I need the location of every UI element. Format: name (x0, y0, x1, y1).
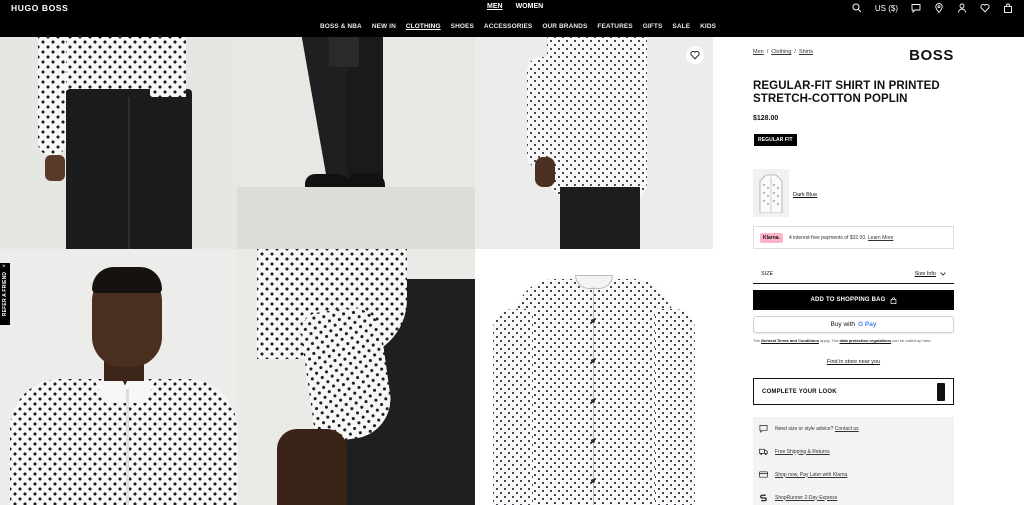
complete-your-look-button[interactable]: COMPLETE YOUR LOOK (753, 378, 954, 405)
color-swatch[interactable] (753, 169, 789, 217)
shirt-thumbnail-icon (759, 174, 783, 213)
klarna-pay-later-link[interactable]: Shop now, Pay Later with Klarna (775, 472, 847, 478)
look-thumbnail-icon (937, 382, 945, 401)
privacy-link[interactable]: data protection regulations (840, 338, 892, 343)
nav-clothing[interactable]: CLOTHING (406, 23, 441, 30)
shoprunner-icon (760, 494, 767, 502)
legal-suffix: can be called up here. (892, 338, 932, 343)
breadcrumb-shirts[interactable]: Shirts (799, 49, 813, 55)
nav-new-in[interactable]: NEW IN (372, 23, 396, 30)
breadcrumb-separator: / (766, 49, 769, 55)
product-image-4[interactable] (0, 249, 237, 505)
complete-your-look-label: COMPLETE YOUR LOOK (762, 388, 837, 395)
heart-icon (690, 51, 700, 60)
gpay-prefix: Buy with (830, 321, 856, 328)
klarna-text: 4 interest-free payments of $32.00. Lear… (789, 235, 894, 241)
service-klarna: Shop now, Pay Later with Klarna (753, 463, 954, 486)
advice-text: Need size or style advice? (775, 425, 834, 432)
klarna-installments: 4 interest-free payments of $32.00. (788, 234, 867, 241)
product-image-1[interactable] (0, 37, 237, 249)
size-info-link[interactable]: Size Info (915, 271, 946, 277)
nav-boss-nba[interactable]: BOSS & NBA (320, 23, 362, 30)
truck-icon (759, 448, 768, 456)
size-info-label: Size Info (914, 270, 936, 277)
chat-icon[interactable] (911, 3, 921, 13)
card-icon (759, 471, 768, 478)
service-shipping: Free Shipping & Returns (753, 440, 954, 463)
legal-middle: apply. The (820, 338, 839, 343)
nav-sale[interactable]: SALE (672, 23, 690, 30)
service-advice: Need size or style advice? Contact us (753, 417, 954, 440)
add-to-wishlist-button[interactable] (686, 46, 704, 64)
legal-prefix: The (753, 338, 760, 343)
klarna-banner: Klarna. 4 interest-free payments of $32.… (753, 226, 954, 249)
breadcrumb: Men / Clothing / Shirts (753, 49, 813, 55)
product-image-5[interactable] (237, 249, 475, 505)
klarna-logo: Klarna. (760, 232, 783, 243)
main-nav: BOSS & NBA NEW IN CLOTHING SHOES ACCESSO… (320, 23, 716, 30)
currency-label: US ($) (874, 3, 898, 13)
product-image-6[interactable] (475, 249, 713, 505)
currency-selector[interactable]: US ($) (875, 4, 898, 13)
search-icon[interactable] (852, 3, 862, 13)
size-label: SIZE (761, 270, 774, 277)
breadcrumb-separator: / (794, 49, 796, 55)
terms-link[interactable]: General Terms and Conditions (761, 338, 819, 343)
product-price: $128.00 (753, 115, 779, 122)
product-title: REGULAR-FIT SHIRT IN PRINTED STRETCH-COT… (753, 80, 940, 105)
gpay-logo: G Pay (858, 321, 877, 328)
chevron-down-icon (940, 271, 946, 276)
add-to-bag-button[interactable]: ADD TO SHOPPING BAG (753, 290, 954, 310)
shoprunner-link[interactable]: ShopRunner 2-Day Express (775, 495, 837, 501)
color-name[interactable]: Dark Blue (793, 192, 817, 198)
nav-kids[interactable]: KIDS (700, 23, 716, 30)
find-in-store-link[interactable]: Find in store near you (753, 359, 954, 365)
bag-icon[interactable] (1003, 3, 1013, 13)
bag-icon (890, 296, 896, 304)
fit-badge: REGULAR FIT (754, 134, 797, 146)
google-pay-button[interactable]: Buy with G Pay (753, 316, 954, 333)
size-selector[interactable]: SIZE Size Info (753, 264, 954, 284)
nav-shoes[interactable]: SHOES (451, 23, 474, 30)
refer-a-friend-label: REFER A FRIEND (2, 271, 8, 317)
product-image-3[interactable] (475, 37, 713, 249)
service-list: Need size or style advice? Contact us Fr… (753, 417, 954, 505)
product-gallery: × REFER A FRIEND (0, 37, 713, 505)
nav-our-brands[interactable]: OUR BRANDS (542, 23, 587, 30)
contact-us-link[interactable]: Contact us (835, 426, 859, 432)
free-shipping-link[interactable]: Free Shipping & Returns (775, 449, 830, 455)
brand-logo: BOSS (909, 47, 954, 64)
header-icons: US ($) (852, 3, 1013, 13)
legal-notice: The General Terms and Conditions apply. … (753, 338, 954, 343)
chat-icon (759, 424, 768, 433)
site-header: HUGO BOSS MEN WOMEN BOSS & NBA NEW IN CL… (0, 0, 1024, 37)
nav-features[interactable]: FEATURES (597, 23, 632, 30)
wishlist-icon[interactable] (980, 3, 990, 13)
refer-a-friend-tab[interactable]: × REFER A FRIEND (0, 263, 10, 325)
add-to-bag-label: ADD TO SHOPPING BAG (810, 297, 886, 303)
tab-men[interactable]: MEN (487, 3, 503, 10)
nav-gifts[interactable]: GIFTS (643, 23, 663, 30)
location-icon[interactable] (934, 3, 944, 13)
klarna-learn-more-link[interactable]: Learn More (868, 235, 894, 241)
breadcrumb-men[interactable]: Men (753, 49, 764, 55)
site-logo[interactable]: HUGO BOSS (11, 3, 68, 13)
nav-accessories[interactable]: ACCESSORIES (484, 23, 532, 30)
account-icon[interactable] (957, 3, 967, 13)
tab-women[interactable]: WOMEN (516, 3, 544, 10)
gender-tabs: MEN WOMEN (487, 3, 543, 10)
breadcrumb-clothing[interactable]: Clothing (771, 49, 791, 55)
service-shoprunner: ShopRunner 2-Day Express (753, 486, 954, 505)
product-image-2[interactable] (237, 37, 475, 249)
